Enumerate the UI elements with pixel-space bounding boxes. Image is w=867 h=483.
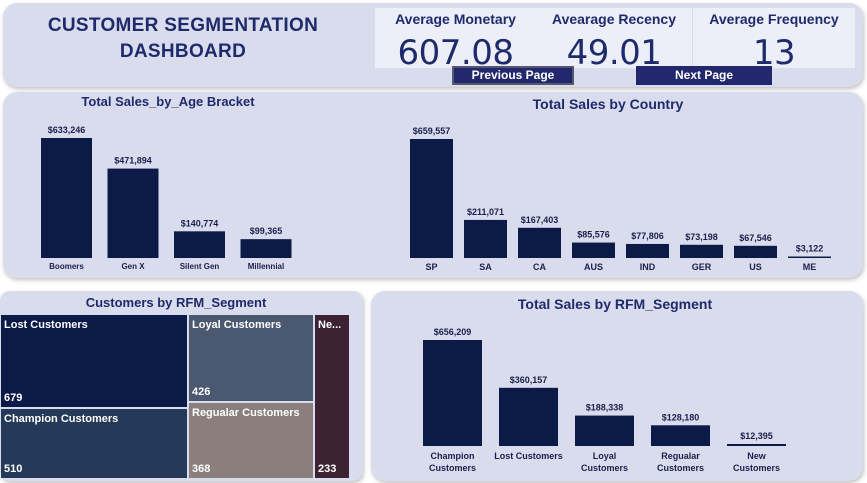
bar[interactable] xyxy=(240,239,292,258)
category-label: ME xyxy=(803,262,817,272)
treemap-cell-label: Regualar Customers xyxy=(192,407,300,419)
data-label: $471,894 xyxy=(114,156,152,166)
bar[interactable] xyxy=(727,443,786,446)
rfm-treemap: Lost Customers 679 Loyal Customers 426 N… xyxy=(1,315,349,479)
category-label: New xyxy=(747,451,767,461)
category-label: US xyxy=(749,262,762,272)
kpi-label: Average Monetary xyxy=(395,11,516,27)
category-label: Customers xyxy=(429,463,476,473)
treemap-cell-value: 510 xyxy=(4,463,23,475)
bar[interactable] xyxy=(788,256,831,259)
treemap-cell-value: 368 xyxy=(192,463,211,475)
data-label: $73,198 xyxy=(685,232,718,242)
category-label: Lost Customers xyxy=(494,451,563,461)
treemap-cell-regular[interactable]: Regualar Customers 368 xyxy=(189,403,313,478)
category-label: AUS xyxy=(584,262,603,272)
kpi-label: Avearage Recency xyxy=(551,11,676,27)
treemap-cell-label: Loyal Customers xyxy=(192,319,282,331)
rfm-treemap-panel: Customers by RFM_Segment Lost Customers … xyxy=(0,291,363,481)
bar[interactable] xyxy=(423,340,482,446)
category-label: SP xyxy=(425,262,437,272)
data-label: $659,557 xyxy=(413,126,451,136)
treemap-cell-new[interactable]: Ne... 233 xyxy=(315,315,349,478)
dashboard-title: CUSTOMER SEGMENTATION DASHBOARD xyxy=(23,13,343,65)
bar[interactable] xyxy=(572,242,615,258)
category-label: IND xyxy=(640,262,656,272)
category-label: Customers xyxy=(657,463,704,473)
data-label: $12,395 xyxy=(740,431,773,441)
rfm-sales-chart: Total Sales by RFM_Segment $656,209 Champi… xyxy=(423,296,786,473)
category-label: Customers xyxy=(581,463,628,473)
data-label: $77,806 xyxy=(631,231,664,241)
bar[interactable] xyxy=(410,139,453,258)
age-bracket-chart: Total Sales_by_Age Bracket $633,246 Boomer… xyxy=(41,94,292,271)
kpi-average-frequency: Average Frequency 13 xyxy=(693,8,855,73)
treemap-cell-label: Lost Customers xyxy=(4,319,88,331)
bar[interactable] xyxy=(107,168,159,258)
data-label: $360,157 xyxy=(510,375,548,385)
category-label: Boomers xyxy=(49,262,84,271)
dashboard-title-line1: CUSTOMER SEGMENTATION xyxy=(47,15,319,36)
treemap-cell-value: 233 xyxy=(318,463,337,475)
bar[interactable] xyxy=(464,219,507,258)
category-label: Regualar xyxy=(661,451,700,461)
category-label: Customers xyxy=(733,463,780,473)
category-label: CA xyxy=(533,262,546,272)
kpi-average-monetary: Average Monetary 607.08 xyxy=(375,8,536,73)
data-label: $67,546 xyxy=(739,233,772,243)
data-label: $128,180 xyxy=(662,412,700,422)
treemap-cell-label: Champion Customers xyxy=(4,413,119,425)
treemap-cell-lost[interactable]: Lost Customers 679 xyxy=(1,315,187,407)
previous-page-button[interactable]: Previous Page xyxy=(452,66,574,85)
category-label: Gen X xyxy=(121,262,145,271)
category-label: Millennial xyxy=(248,262,284,271)
kpi-label: Average Frequency xyxy=(709,11,839,27)
treemap-cell-label: Ne... xyxy=(318,319,342,331)
kpi-average-recency: Avearage Recency 49.01 xyxy=(536,8,692,73)
data-label: $633,246 xyxy=(48,125,86,135)
bar[interactable] xyxy=(651,425,710,446)
bar[interactable] xyxy=(518,227,561,258)
chart-title: Total Sales by Country xyxy=(533,96,684,112)
bar[interactable] xyxy=(174,231,225,258)
data-label: $188,338 xyxy=(586,403,624,413)
treemap-cell-champion[interactable]: Champion Customers 510 xyxy=(1,409,187,478)
data-label: $99,365 xyxy=(250,226,283,236)
data-label: $85,576 xyxy=(577,230,610,240)
treemap-cell-value: 426 xyxy=(192,386,211,398)
bar[interactable] xyxy=(499,387,558,446)
category-label: SA xyxy=(479,262,492,272)
category-label: Silent Gen xyxy=(180,262,220,271)
category-label: Champion xyxy=(431,451,475,461)
country-chart: Total Sales by Country $659,557 SP $211,071… xyxy=(410,96,831,272)
bar[interactable] xyxy=(680,244,723,258)
data-label: $140,774 xyxy=(181,218,219,228)
treemap-title: Customers by RFM_Segment xyxy=(85,295,267,310)
data-label: $3,122 xyxy=(796,244,824,254)
bar[interactable] xyxy=(734,245,777,258)
treemap-cell-loyal[interactable]: Loyal Customers 426 xyxy=(189,315,313,401)
bar[interactable] xyxy=(41,138,92,258)
bar[interactable] xyxy=(575,415,634,446)
next-page-button[interactable]: Next Page xyxy=(636,66,772,85)
chart-title: Total Sales_by_Age Bracket xyxy=(81,94,255,109)
chart-title: Total Sales by RFM_Segment xyxy=(518,296,713,312)
data-label: $167,403 xyxy=(521,215,559,225)
dashboard-title-line2: DASHBOARD xyxy=(119,41,247,62)
treemap-cell-value: 679 xyxy=(4,392,23,404)
bar[interactable] xyxy=(626,243,669,258)
category-label: GER xyxy=(692,262,712,272)
data-label: $656,209 xyxy=(434,327,472,337)
data-label: $211,071 xyxy=(467,207,504,217)
category-label: Loyal xyxy=(593,451,617,461)
